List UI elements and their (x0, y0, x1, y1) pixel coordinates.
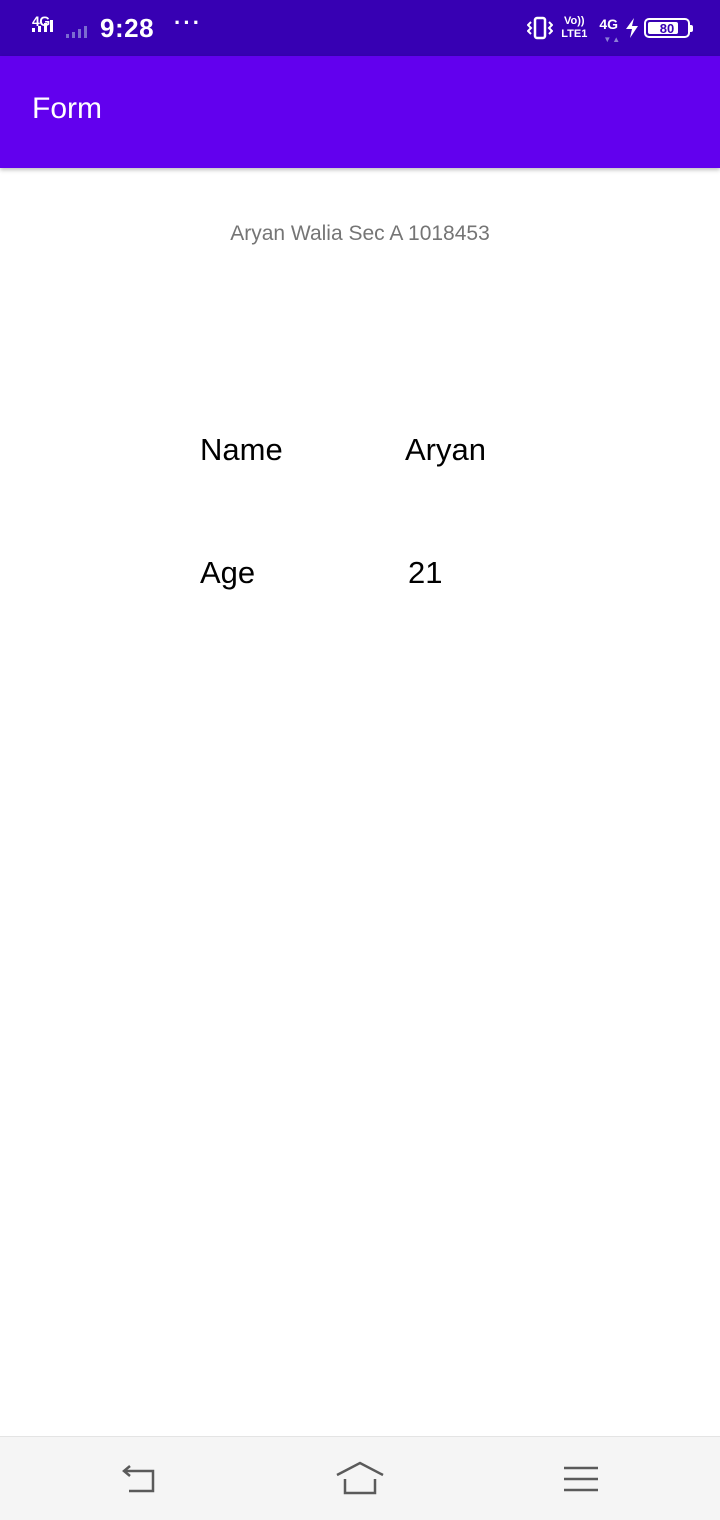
status-right: Vo)) LTE1 4G ▼▲ 80 (527, 0, 693, 56)
signal-bars-icon (32, 20, 53, 32)
signal-icon: 4G (30, 8, 64, 48)
network-type-right-label: 4G (599, 16, 618, 32)
battery-cap (690, 25, 693, 32)
age-value: 21 (408, 555, 443, 590)
volte-indicator: Vo)) LTE1 (561, 15, 587, 41)
charging-icon (626, 18, 638, 38)
page-title: Form (32, 92, 102, 125)
data-activity-icon: ▼▲ (603, 35, 622, 44)
overflow-dots: ··· (174, 10, 203, 35)
name-label: Name (200, 432, 283, 467)
navigation-bar (0, 1436, 720, 1520)
battery-level: 80 (659, 20, 675, 36)
signal-sim2-icon (66, 26, 87, 38)
back-button[interactable] (109, 1455, 169, 1503)
vibrate-icon (527, 16, 554, 40)
home-icon (336, 1461, 384, 1495)
status-left: 4G 9:28 ··· (30, 0, 202, 56)
menu-button[interactable] (551, 1455, 611, 1503)
battery-icon: 80 (644, 18, 693, 38)
status-bar: 4G 9:28 ··· Vo)) LTE1 4G ▼▲ 80 (0, 0, 720, 56)
student-info-text: Aryan Walia Sec A 1018453 (230, 222, 490, 245)
volte-bottom-label: LTE1 (561, 28, 588, 40)
menu-icon (564, 1466, 598, 1492)
home-button[interactable] (330, 1455, 390, 1503)
network-type-right: 4G ▼▲ (599, 16, 620, 44)
status-time: 9:28 (100, 12, 155, 43)
back-icon (122, 1465, 155, 1493)
age-label: Age (200, 555, 256, 590)
volte-top-label: Vo)) (563, 15, 585, 27)
app-bar: Form (0, 56, 720, 168)
name-value: Aryan (405, 432, 486, 467)
